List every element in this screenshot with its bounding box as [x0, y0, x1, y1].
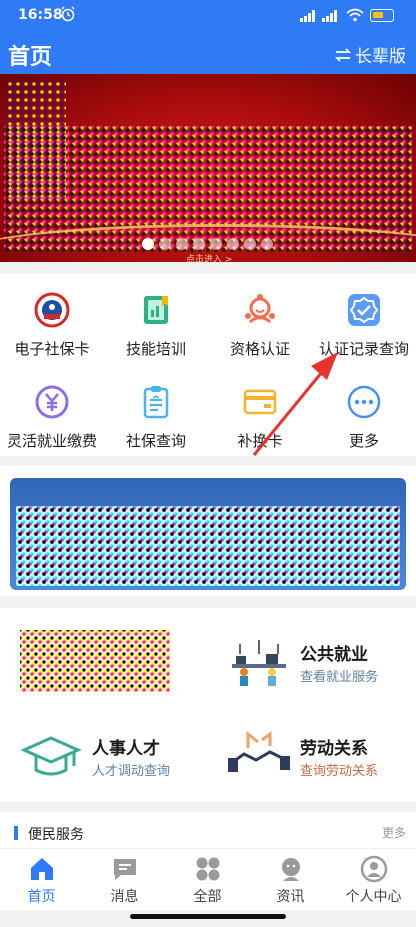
service-label: 资格认证 [229, 340, 290, 358]
card-public-employment[interactable]: 公共就业 查看就业服务 [218, 624, 406, 698]
message-icon [111, 855, 139, 883]
status-time: 16:58 [18, 7, 63, 23]
wifi-icon [346, 8, 364, 22]
home-icon [28, 855, 56, 883]
service-label: 技能培训 [125, 340, 186, 358]
alarm-icon [61, 6, 75, 22]
card-icon [242, 384, 278, 420]
carousel-dot[interactable] [210, 238, 222, 250]
elder-mode-button[interactable]: 长辈版 [335, 42, 406, 67]
card-title: 公共就业 [300, 645, 368, 665]
card-featured[interactable] [10, 624, 198, 698]
service-social-security-card[interactable]: 电子社保卡 [0, 292, 104, 359]
service-social-security-query[interactable]: 社保查询 [104, 384, 208, 451]
nav-label: 个人中心 [345, 889, 402, 905]
grid-icon [194, 855, 222, 883]
handshake-icon [228, 730, 290, 772]
carousel-dot[interactable] [159, 238, 171, 250]
bottom-nav: 首页 消息 全部 资讯 个人中心 [0, 848, 416, 910]
battery-icon [370, 9, 394, 22]
promo-banner[interactable] [10, 478, 406, 590]
card-personnel-talent[interactable]: 人事人才 人才调动查询 [10, 718, 198, 792]
section-title: 便民服务 [28, 827, 84, 843]
service-auth-record-query[interactable]: 认证记录查询 [312, 292, 416, 359]
book-icon [138, 292, 174, 328]
feature-cards: 公共就业 查看就业服务 人事人才 人才调动查询 劳动关系 查询劳动关系 [0, 608, 416, 802]
more-link[interactable]: 更多 [382, 824, 406, 841]
carousel-dot[interactable] [142, 238, 154, 250]
carousel-dot[interactable] [244, 238, 256, 250]
card-labor-relations[interactable]: 劳动关系 查询劳动关系 [218, 718, 406, 792]
page-title: 首页 [8, 45, 53, 70]
card-title: 劳动关系 [300, 739, 368, 759]
service-label: 灵活就业缴费 [6, 432, 97, 450]
news-icon [277, 855, 305, 883]
service-label: 补换卡 [237, 432, 283, 450]
elder-mode-label: 长辈版 [355, 47, 406, 67]
banner-enter-link[interactable]: 点击进入 > [186, 252, 232, 262]
service-label: 认证记录查询 [318, 340, 409, 358]
promo-section [0, 466, 416, 596]
carousel-dot[interactable] [227, 238, 239, 250]
banner-carousel[interactable]: 点击进入 > [0, 74, 416, 262]
badge-check-icon [346, 292, 382, 328]
service-flexible-employment-payment[interactable]: 灵活就业缴费 [0, 384, 104, 451]
nav-label: 首页 [27, 889, 56, 905]
nav-profile[interactable]: 个人中心 [332, 855, 415, 906]
yuan-icon [34, 384, 70, 420]
service-skill-training[interactable]: 技能培训 [104, 292, 208, 359]
service-label: 更多 [348, 432, 379, 450]
card-subtitle: 人才调动查询 [92, 764, 171, 779]
services-grid: 电子社保卡 技能培训 资格认证 认证记录查询 灵活就业缴费 社保查询 补换卡 更… [0, 274, 416, 456]
card-subtitle: 查询劳动关系 [300, 764, 379, 779]
card-image [20, 630, 170, 692]
social-security-card-icon [34, 292, 70, 328]
carousel-dot[interactable] [193, 238, 205, 250]
switch-icon [335, 47, 351, 62]
nav-messages[interactable]: 消息 [83, 855, 166, 906]
card-subtitle: 查看就业服务 [300, 670, 379, 685]
service-label: 社保查询 [125, 432, 186, 450]
service-card-replacement[interactable]: 补换卡 [208, 384, 312, 451]
nav-all[interactable]: 全部 [166, 855, 249, 906]
signal-icon-2 [322, 10, 337, 22]
clipboard-icon [138, 384, 174, 420]
nav-label: 消息 [110, 889, 139, 905]
certification-icon [242, 292, 278, 328]
user-icon [360, 855, 388, 883]
nav-label: 资讯 [276, 889, 305, 905]
status-bar: 16:58 [0, 0, 416, 32]
carousel-dot[interactable] [261, 238, 273, 250]
signal-icon [300, 10, 315, 22]
app-header: 首页 长辈版 [0, 32, 416, 74]
promo-image [16, 506, 400, 586]
graduation-cap-icon [20, 736, 82, 776]
nav-label: 全部 [193, 889, 222, 905]
convenience-section: 便民服务 更多 [0, 812, 416, 848]
office-illustration-icon [232, 640, 286, 686]
more-icon [346, 384, 382, 420]
service-qualification-auth[interactable]: 资格认证 [208, 292, 312, 359]
nav-home[interactable]: 首页 [0, 855, 83, 906]
service-more[interactable]: 更多 [312, 384, 416, 451]
carousel-dot[interactable] [176, 238, 188, 250]
nav-news[interactable]: 资讯 [249, 855, 332, 906]
home-indicator[interactable] [130, 914, 286, 919]
section-accent [14, 826, 18, 840]
carousel-pager [142, 238, 273, 250]
card-title: 人事人才 [92, 739, 160, 759]
service-label: 电子社保卡 [14, 340, 90, 358]
